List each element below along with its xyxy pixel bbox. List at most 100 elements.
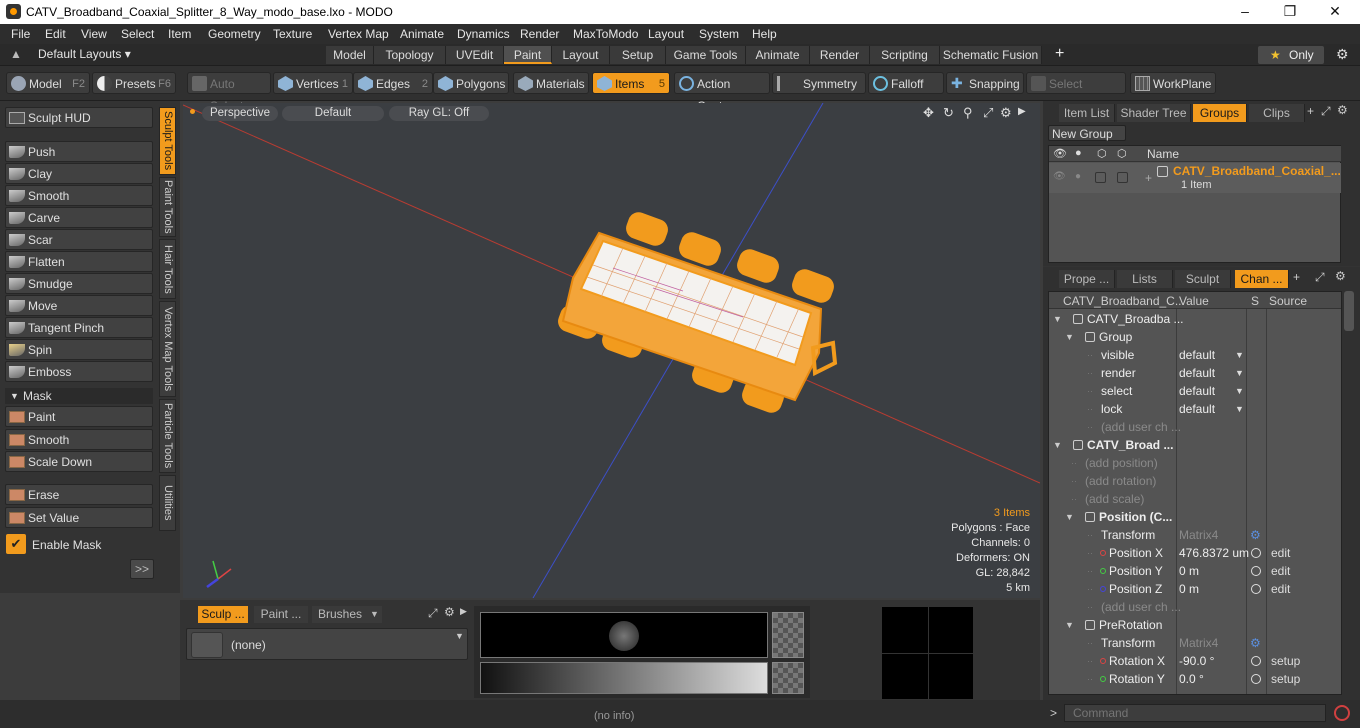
3d-viewport[interactable]: Perspective Default Ray GL: Off ✥ ↻ ⚲ ⤢ … — [183, 103, 1040, 598]
keyframe-state-icon[interactable] — [1251, 674, 1261, 684]
tab-groups[interactable]: Groups — [1193, 104, 1247, 122]
mask-paint-button[interactable]: Paint — [5, 406, 153, 427]
channel-row[interactable]: ·· (add rotation) — [1049, 472, 1341, 490]
channel-value[interactable]: Matrix4 — [1179, 526, 1218, 544]
matrix-gear-icon[interactable]: ⚙ — [1250, 634, 1261, 652]
tool-clay[interactable]: Clay — [5, 163, 153, 184]
menu-vertex-map[interactable]: Vertex Map — [328, 27, 389, 41]
menu-layout[interactable]: Layout — [648, 27, 684, 41]
channel-row[interactable]: ·· lock default ▼ — [1049, 400, 1341, 418]
raygl-dropdown[interactable]: Ray GL: Off — [389, 106, 489, 121]
channel-value[interactable]: Matrix4 — [1179, 634, 1218, 652]
expand-triangle-icon[interactable]: ▼ — [1065, 508, 1074, 526]
channel-value[interactable]: 0.0 ° — [1179, 670, 1204, 688]
pan-icon[interactable]: ✥ — [923, 105, 934, 121]
menu-dynamics[interactable]: Dynamics — [457, 27, 510, 41]
command-input[interactable] — [1064, 704, 1326, 722]
panel-gear-icon[interactable]: ⚙ — [1337, 103, 1348, 117]
vtab-hair-tools[interactable]: Hair Tools — [159, 239, 176, 299]
rotate-view-icon[interactable]: ↻ — [943, 105, 954, 121]
tab-layout[interactable]: Layout — [552, 46, 610, 64]
bottom-more-icon[interactable]: ▶ — [460, 606, 467, 617]
add-tab-button[interactable]: + — [1307, 104, 1314, 118]
vertices-button[interactable]: Vertices 1 — [273, 72, 353, 94]
tab-game-tools[interactable]: Game Tools — [666, 46, 746, 64]
channel-row[interactable]: ·· render default ▼ — [1049, 364, 1341, 382]
tool-carve[interactable]: Carve — [5, 207, 153, 228]
tab-uvedit[interactable]: UVEdit — [446, 46, 504, 64]
channel-row[interactable]: ·· Transform Matrix4 ⚙ — [1049, 526, 1341, 544]
brush-alpha-swatch[interactable] — [772, 612, 804, 658]
menu-render[interactable]: Render — [520, 27, 559, 41]
menu-item[interactable]: Item — [168, 27, 191, 41]
channel-row[interactable]: ▼ Position (C... — [1049, 508, 1341, 526]
channels-scrollbar[interactable] — [1344, 291, 1354, 331]
minimize-button[interactable]: – — [1230, 2, 1260, 22]
vtab-particle-tools[interactable]: Particle Tools — [159, 399, 176, 473]
channel-row[interactable]: ·· (add scale) — [1049, 490, 1341, 508]
tool-emboss[interactable]: Emboss — [5, 361, 153, 382]
view-perspective-dropdown[interactable]: Perspective — [202, 106, 278, 121]
expand-triangle-icon[interactable]: ▼ — [1065, 616, 1074, 634]
value-dropdown-icon[interactable]: ▼ — [1235, 346, 1244, 364]
falloff-button[interactable]: Falloff — [868, 72, 944, 94]
snapping-button[interactable]: ✚ Snapping — [946, 72, 1024, 94]
viewport-menu-dot[interactable] — [190, 109, 195, 114]
channel-value[interactable]: -90.0 ° — [1179, 652, 1214, 670]
tab-schematic-fusion[interactable]: Schematic Fusion — [940, 46, 1042, 64]
channel-row[interactable]: ·· Rotation X -90.0 ° setup — [1049, 652, 1341, 670]
keyframe-state-icon[interactable] — [1251, 548, 1261, 558]
value-dropdown-icon[interactable]: ▼ — [1235, 364, 1244, 382]
keyframe-state-icon[interactable] — [1251, 584, 1261, 594]
add-layout-button[interactable]: + — [1055, 45, 1064, 63]
channel-value[interactable]: 0 m — [1179, 580, 1199, 598]
viewport-gear-icon[interactable]: ⚙ — [1000, 105, 1012, 121]
menu-edit[interactable]: Edit — [45, 27, 66, 41]
workplane-button[interactable]: WorkPlane — [1130, 72, 1216, 94]
record-macro-icon[interactable] — [1334, 705, 1350, 721]
value-dropdown-icon[interactable]: ▼ — [1235, 400, 1244, 418]
materials-button[interactable]: Materials — [513, 72, 589, 94]
expand-triangle-icon[interactable]: ▼ — [1065, 328, 1074, 346]
tab-topology[interactable]: Topology — [374, 46, 446, 64]
menu-animate[interactable]: Animate — [400, 27, 444, 41]
tool-push[interactable]: Push — [5, 141, 153, 162]
row-render-icon[interactable]: ● — [1075, 171, 1081, 182]
channel-row[interactable]: ▼ CATV_Broad ... — [1049, 436, 1341, 454]
channel-value[interactable]: default — [1179, 400, 1215, 418]
enable-mask-checkbox[interactable]: ✔ — [6, 534, 26, 554]
channel-row[interactable]: ·· Position Y 0 m edit — [1049, 562, 1341, 580]
value-dropdown-icon[interactable]: ▼ — [1235, 382, 1244, 400]
channel-row[interactable]: ·· visible default ▼ — [1049, 346, 1341, 364]
tab-paint[interactable]: Paint — [504, 46, 552, 64]
channels-gear-icon[interactable]: ⚙ — [1335, 269, 1346, 283]
tab-lists[interactable]: Lists — [1117, 270, 1173, 288]
close-button[interactable]: ✕ — [1320, 2, 1350, 22]
expand-more-button[interactable]: >> — [130, 559, 154, 579]
mask-section-header[interactable]: ▼ Mask — [5, 388, 153, 404]
channel-row[interactable]: ·· Position Z 0 m edit — [1049, 580, 1341, 598]
channel-value[interactable]: 0 m — [1179, 562, 1199, 580]
channel-value[interactable]: default — [1179, 382, 1215, 400]
channel-row[interactable]: ·· (add position) — [1049, 454, 1341, 472]
auto-select-button[interactable]: Auto Select — [187, 72, 271, 113]
polygons-button[interactable]: Polygons — [433, 72, 509, 94]
channel-row[interactable]: ·· (add user ch ... — [1049, 598, 1341, 616]
menu-select[interactable]: Select — [121, 27, 154, 41]
tab-properties[interactable]: Prope ... — [1059, 270, 1115, 288]
zoom-icon[interactable]: ⚲ — [963, 105, 973, 121]
channel-row[interactable]: ·· Transform Matrix4 ⚙ — [1049, 634, 1341, 652]
maximize-button[interactable]: ❐ — [1275, 2, 1305, 22]
vtab-vertex-map-tools[interactable]: Vertex Map Tools — [159, 301, 176, 397]
tab-sculpt-presets[interactable]: Sculp ... — [198, 606, 248, 623]
expand-channels-icon[interactable]: ⤢ — [1315, 270, 1325, 285]
tool-flatten[interactable]: Flatten — [5, 251, 153, 272]
channel-value[interactable]: default — [1179, 364, 1215, 382]
set-value-button[interactable]: Set Value — [5, 507, 153, 528]
channel-row[interactable]: ·· Position X 476.8372 um edit — [1049, 544, 1341, 562]
shading-default-dropdown[interactable]: Default — [282, 106, 384, 121]
sculpt-hud-button[interactable]: Sculpt HUD — [5, 107, 153, 128]
tab-model[interactable]: Model — [326, 46, 374, 64]
group-row[interactable]: 👁 ● + CATV_Broadband_Coaxial_... 1 Item — [1049, 163, 1341, 193]
tool-scar[interactable]: Scar — [5, 229, 153, 250]
